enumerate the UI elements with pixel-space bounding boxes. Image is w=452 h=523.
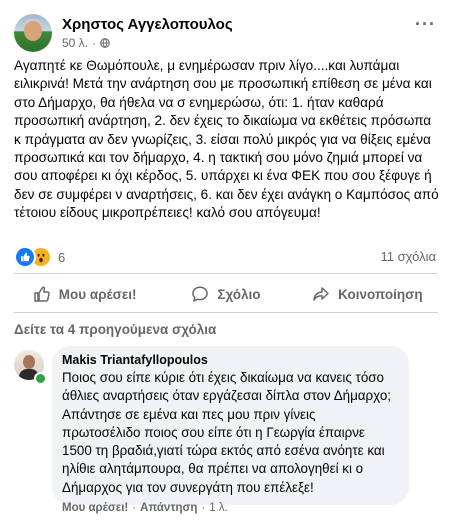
comment-icon [192, 286, 209, 302]
post-author-name[interactable]: Χρηστος Αγγελοπουλος [62, 16, 233, 33]
reaction-count: 6 [58, 249, 66, 265]
post-text: Αγαπητέ κε Θωμόπουλε, μ ενημέρωσαν πριν … [14, 58, 439, 221]
comments-count-link[interactable]: 11 σχόλια [381, 249, 437, 264]
comment-actions-separator: · [132, 502, 137, 514]
view-previous-comments-link[interactable]: Δείτε τα 4 προηγούμενα σχόλια [14, 322, 216, 337]
globe-icon [100, 38, 110, 48]
comment-button-label: Σχόλιο [217, 286, 261, 302]
comment-bubble: Makis Triantafyllopoulos Ποιος σου είπε … [52, 346, 409, 506]
comment-reply-link[interactable]: Απάντηση [140, 502, 197, 514]
post-meta: 50 λ. · [62, 36, 233, 50]
post-header: Χρηστος Αγγελοπουλος 50 λ. · [14, 14, 233, 52]
more-options-icon[interactable]: ··· [415, 14, 436, 35]
comment-button[interactable]: Σχόλιο [155, 278, 296, 310]
meta-separator: · [92, 36, 97, 50]
comment-actions: Μου αρέσει! · Απάντηση · 1 λ. [62, 502, 228, 514]
comment-text: Ποιος σου είπε κύριε ότι έχεις δικαίωμα … [62, 370, 391, 495]
share-button-label: Κοινοποίηση [338, 286, 423, 302]
share-button[interactable]: Κοινοποίηση [297, 278, 438, 310]
online-status-dot [34, 372, 47, 385]
divider [14, 312, 438, 313]
post-time[interactable]: 50 λ. [62, 36, 88, 50]
reactions-summary[interactable]: 6 [14, 246, 65, 268]
author-avatar[interactable] [14, 14, 52, 52]
comment-author-name[interactable]: Makis Triantafyllopoulos [62, 353, 397, 367]
comment-like-link[interactable]: Μου αρέσει! [62, 502, 128, 514]
like-button[interactable]: Μου αρέσει! [14, 278, 155, 310]
divider [14, 273, 438, 274]
like-icon [14, 246, 36, 268]
comment-actions-separator: · [201, 502, 206, 514]
comment-time[interactable]: 1 λ. [209, 502, 228, 514]
like-button-label: Μου αρέσει! [58, 286, 137, 302]
post-actions: Μου αρέσει! Σχόλιο Κοινοποίηση [14, 278, 438, 310]
thumbs-up-icon [34, 286, 50, 302]
share-icon [313, 287, 329, 301]
